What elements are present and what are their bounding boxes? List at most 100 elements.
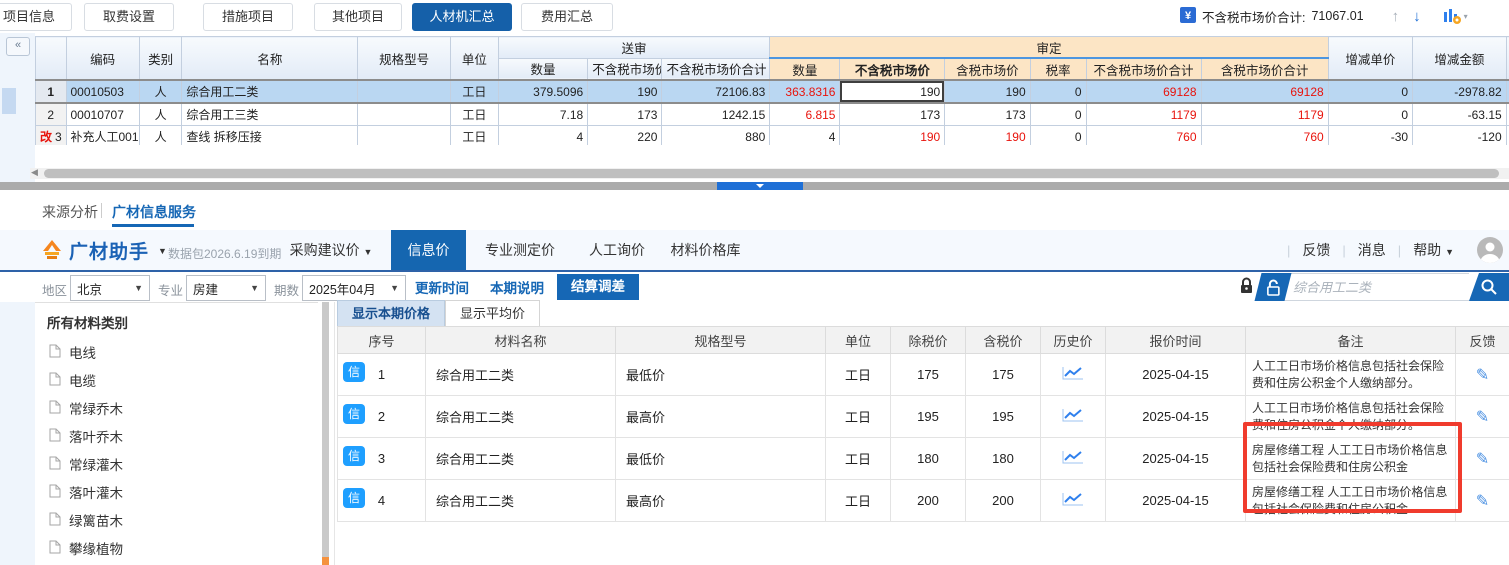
pane-splitter[interactable] <box>0 182 1509 190</box>
cell-appr-total[interactable]: 69128 <box>1085 79 1202 104</box>
cell-tax-rate[interactable]: 0 <box>1029 79 1087 104</box>
cell-appr-qty[interactable]: 363.8316 <box>769 79 841 104</box>
info-badge-icon[interactable]: 信 <box>343 404 365 424</box>
cell-code[interactable]: 00010707 <box>65 102 140 126</box>
cell-code[interactable]: 00010503 <box>65 79 140 104</box>
cell-review-qty[interactable]: 4 <box>497 125 589 145</box>
grid-row-3[interactable]: 改3 补充人工001 人 查线 拆移压接 工日 4 220 880 4 190 … <box>35 125 1509 145</box>
history-chart-icon[interactable] <box>1061 449 1085 468</box>
col-tax-rate[interactable]: 税率 <box>1029 57 1087 81</box>
cell-appr-total-in[interactable]: 1179 <box>1200 102 1329 126</box>
cell-appr-price-in[interactable]: 190 <box>944 125 1031 145</box>
search-button[interactable] <box>1469 273 1509 301</box>
category-item-climbing-plant[interactable]: 攀缘植物 <box>35 534 318 562</box>
cell-category[interactable]: 人 <box>138 102 183 126</box>
gc-logo[interactable]: 广材助手 ▼ <box>40 237 167 264</box>
menu-purchase-suggest-price[interactable]: 采购建议价 ▼ <box>286 230 376 270</box>
col-spec[interactable]: 规格型号 <box>357 36 451 81</box>
history-chart-icon[interactable] <box>1061 491 1085 510</box>
col-category[interactable]: 类别 <box>138 36 183 81</box>
cell-tax-rate[interactable]: 0 <box>1029 125 1087 145</box>
col-appr-price-in[interactable]: 含税市场价 <box>944 57 1031 81</box>
category-item-evergreen-shrub[interactable]: 常绿灌木 <box>35 450 318 478</box>
col-review-qty[interactable]: 数量 <box>497 57 589 81</box>
history-chart-icon[interactable] <box>1061 365 1085 384</box>
material-search-input[interactable] <box>1284 273 1469 301</box>
cell-review-price[interactable]: 190 <box>587 79 663 104</box>
col-review-price-ex[interactable]: 不含税市场价 <box>587 57 663 81</box>
move-down-icon[interactable]: ↓ <box>1413 8 1421 25</box>
feedback-pencil-icon[interactable]: ✎ <box>1476 367 1489 384</box>
col-delta-amount[interactable]: 增减金额 <box>1412 36 1507 81</box>
cell-category[interactable]: 人 <box>138 79 183 104</box>
cell-appr-price-editing[interactable]: 190 <box>839 79 946 104</box>
history-chart-icon[interactable] <box>1061 407 1085 426</box>
splitter-handle[interactable] <box>717 182 803 190</box>
tab-cost-summary[interactable]: 费用汇总 <box>521 3 613 31</box>
info-badge-icon[interactable]: 信 <box>343 362 365 382</box>
info-badge-icon[interactable]: 信 <box>343 446 365 466</box>
link-messages[interactable]: 消息 <box>1358 240 1386 260</box>
tab-labor-material-summary[interactable]: 人材机汇总 <box>412 3 512 31</box>
cell-delta-amount[interactable]: -63.15 <box>1412 102 1507 126</box>
grid-row-2[interactable]: 2 00010707 人 综合用工三类 工日 7.18 173 1242.15 … <box>35 102 1509 126</box>
category-item-deciduous-tree[interactable]: 落叶乔木 <box>35 422 318 450</box>
scroll-left-icon[interactable]: ◀ <box>31 167 38 178</box>
col-delta-price[interactable]: 增减单价 <box>1327 36 1414 81</box>
tab-project-info[interactable]: 项目信息 <box>0 3 72 31</box>
period-select[interactable]: 2025年04月 ▼ <box>302 275 406 301</box>
user-avatar[interactable] <box>1477 237 1503 263</box>
update-time-button[interactable]: 更新时间 <box>415 277 469 297</box>
cell-unit[interactable]: 工日 <box>449 125 499 145</box>
info-badge-icon[interactable]: 信 <box>343 488 365 508</box>
horizontal-scrollbar[interactable]: ◀ <box>30 167 1509 179</box>
cell-review-total[interactable]: 72106.83 <box>661 79 771 104</box>
settlement-adjust-button[interactable]: 结算调差 <box>557 274 639 300</box>
col-review-total-ex[interactable]: 不含税市场价合计 <box>661 57 771 81</box>
col-appr-total-in[interactable]: 含税市场价合计 <box>1200 57 1329 81</box>
col-code[interactable]: 编码 <box>65 36 140 81</box>
cell-appr-qty[interactable]: 6.815 <box>769 102 841 126</box>
grid-row-1[interactable]: 1 00010503 人 综合用工二类 工日 379.5096 190 7210… <box>35 79 1509 104</box>
menu-material-price-db[interactable]: 材料价格库 <box>663 230 748 270</box>
category-scrollbar[interactable] <box>322 302 329 565</box>
cell-appr-price[interactable]: 190 <box>839 125 946 145</box>
row-number[interactable]: 1 <box>35 79 67 104</box>
cell-spec[interactable] <box>357 79 451 104</box>
tab-current-period-price[interactable]: 显示本期价格 <box>337 300 446 327</box>
cell-review-qty[interactable]: 379.5096 <box>497 79 589 104</box>
cell-appr-price[interactable]: 173 <box>839 102 946 126</box>
tab-measure-items[interactable]: 措施项目 <box>203 3 293 31</box>
feedback-pencil-icon[interactable]: ✎ <box>1476 451 1489 468</box>
cell-review-price[interactable]: 220 <box>587 125 663 145</box>
col-appr-price-ex[interactable]: 不含税市场价 <box>839 57 946 81</box>
cell-appr-total-in[interactable]: 760 <box>1200 125 1329 145</box>
cell-appr-price-in[interactable]: 190 <box>944 79 1031 104</box>
major-select[interactable]: 房建 ▼ <box>186 275 266 301</box>
tab-gc-info-service[interactable]: 广材信息服务 <box>112 202 196 222</box>
cell-tax-rate[interactable]: 0 <box>1029 102 1087 126</box>
cell-review-total[interactable]: 1242.15 <box>661 102 771 126</box>
category-item-deciduous-shrub[interactable]: 落叶灌木 <box>35 478 318 506</box>
tab-fee-settings[interactable]: 取费设置 <box>84 3 174 31</box>
category-item-cable[interactable]: 电缆 <box>35 366 318 394</box>
link-feedback[interactable]: 反馈 <box>1302 240 1330 260</box>
feedback-pencil-icon[interactable]: ✎ <box>1476 493 1489 510</box>
cell-delta-amount[interactable]: -120 <box>1412 125 1507 145</box>
cell-appr-total[interactable]: 1179 <box>1085 102 1202 126</box>
cell-appr-total[interactable]: 760 <box>1085 125 1202 145</box>
col-appr-qty[interactable]: 数量 <box>769 57 841 81</box>
scrollbar-thumb[interactable] <box>44 169 1499 178</box>
tab-average-price[interactable]: 显示平均价 <box>445 300 541 327</box>
cell-appr-qty[interactable]: 4 <box>769 125 841 145</box>
tab-source-analysis[interactable]: 来源分析 <box>42 202 98 222</box>
col-unit[interactable]: 单位 <box>449 36 499 81</box>
cell-review-qty[interactable]: 7.18 <box>497 102 589 126</box>
menu-professional-price[interactable]: 专业测定价 <box>480 230 560 270</box>
region-select[interactable]: 北京 ▼ <box>70 275 150 301</box>
col-name[interactable]: 名称 <box>181 36 359 81</box>
cell-code[interactable]: 补充人工001 <box>65 125 140 145</box>
cell-delta-price[interactable]: -30 <box>1327 125 1414 145</box>
cell-delta-price[interactable]: 0 <box>1327 79 1414 104</box>
collapse-panel-button[interactable]: « <box>6 37 30 56</box>
